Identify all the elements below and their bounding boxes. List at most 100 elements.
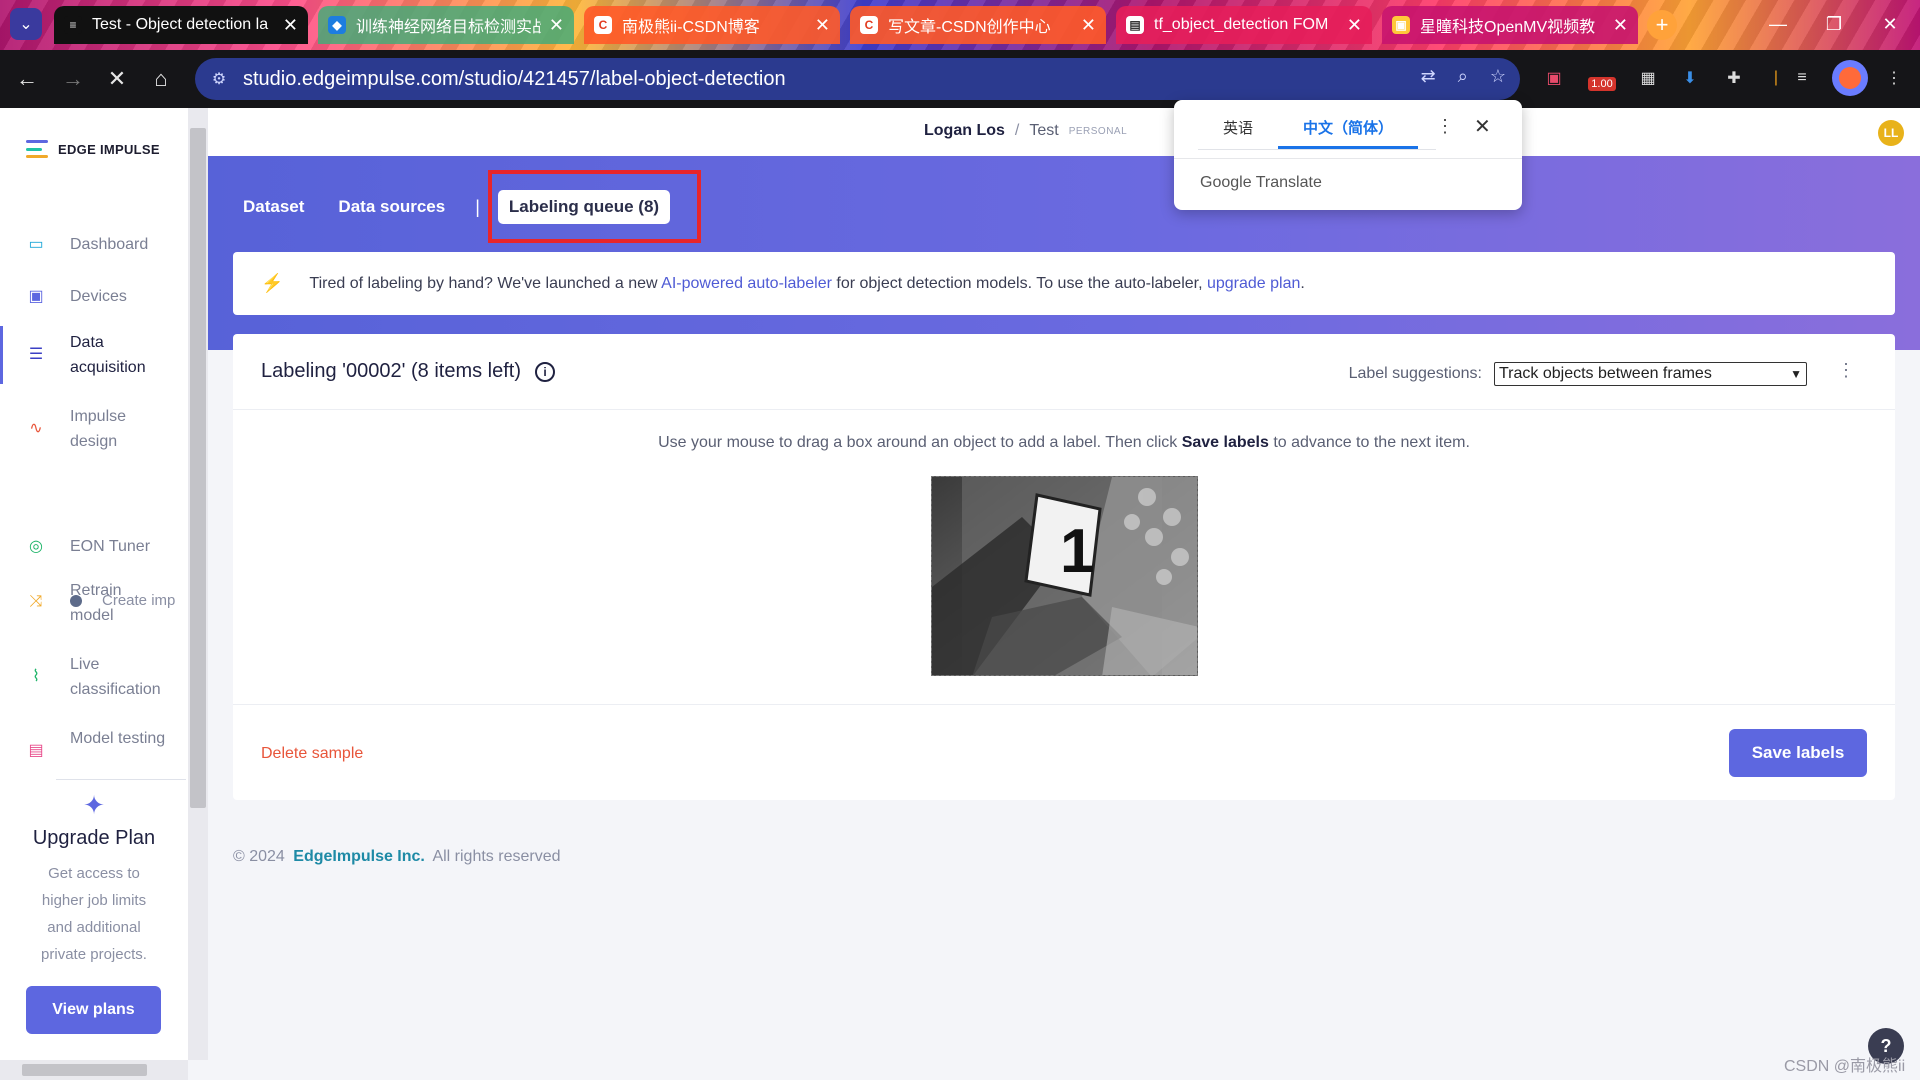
- labeling-title-row: Labeling '00002' (8 items left) i: [261, 360, 556, 383]
- sidebar-divider: [56, 779, 186, 780]
- more-options-icon[interactable]: ⋮: [1436, 116, 1454, 137]
- csdn-favicon-icon: C: [594, 16, 612, 34]
- close-tab-icon[interactable]: ✕: [815, 15, 830, 36]
- sidebar-item-dashboard[interactable]: ▭ Dashboard: [0, 232, 188, 257]
- close-tab-icon[interactable]: ✕: [283, 15, 298, 36]
- upgrade-title: Upgrade Plan: [32, 827, 156, 849]
- close-tab-icon[interactable]: ✕: [549, 15, 564, 36]
- tab-search-button[interactable]: ⌄: [10, 8, 42, 40]
- home-icon[interactable]: ⌂: [146, 64, 176, 94]
- tab-dataset[interactable]: Dataset: [243, 197, 304, 217]
- browser-tab[interactable]: C 南极熊ii-CSDN博客 ✕: [584, 6, 840, 44]
- url-text[interactable]: studio.edgeimpulse.com/studio/421457/lab…: [243, 68, 786, 91]
- sidebar-item-devices[interactable]: ▣ Devices: [0, 284, 188, 309]
- site-favicon-icon: ◆: [328, 16, 346, 34]
- sidebar-item-live-classification[interactable]: ⌇ Live classification: [0, 652, 188, 702]
- minimize-icon[interactable]: —: [1750, 0, 1806, 48]
- sidebar-item-retrain-model[interactable]: ⤨ Retrain model: [0, 578, 188, 628]
- banner-text: Tired of labeling by hand? We've launche…: [309, 275, 1304, 293]
- sidebar-item-impulse-design[interactable]: ∿ Impulse design: [0, 404, 188, 454]
- browser-tab[interactable]: ▤ tf_object_detection FOM ✕: [1116, 6, 1372, 44]
- profile-avatar[interactable]: [1832, 60, 1868, 96]
- translate-tab-source[interactable]: 英语: [1198, 108, 1278, 149]
- pulse-icon: ∿: [29, 420, 43, 437]
- csdn-favicon-icon: C: [860, 16, 878, 34]
- clipboard-icon: ▤: [28, 742, 44, 759]
- label-suggestions-label: Label suggestions:: [1348, 365, 1482, 382]
- translate-icon[interactable]: ⇄: [1421, 66, 1436, 87]
- scrollbar-thumb[interactable]: [22, 1064, 147, 1076]
- close-icon[interactable]: ✕: [1474, 114, 1491, 139]
- breadcrumb-owner[interactable]: Logan Los: [924, 122, 1005, 140]
- new-tab-button[interactable]: +: [1647, 10, 1677, 40]
- svg-text:1: 1: [1060, 517, 1094, 586]
- extension-icon[interactable]: ▦: [1634, 64, 1662, 92]
- browser-tab[interactable]: ◆ 训练神经网络目标检测实战 ✕: [318, 6, 574, 44]
- upgrade-panel: ✦ Upgrade Plan Get access to higher job …: [0, 790, 188, 968]
- more-options-icon[interactable]: ⋮: [1837, 360, 1855, 381]
- site-info-icon[interactable]: ⚙: [207, 67, 231, 91]
- info-icon[interactable]: i: [535, 361, 556, 382]
- sidebar-item-label: Model testing: [70, 730, 166, 747]
- tab-data-sources[interactable]: Data sources: [338, 197, 445, 217]
- sample-image-canvas[interactable]: 1: [931, 476, 1198, 676]
- delete-sample-link[interactable]: Delete sample: [261, 745, 363, 763]
- sidebar-scrollbar[interactable]: [188, 108, 208, 1060]
- google-translate-logo: Google Translate: [1200, 174, 1322, 191]
- sidebar-item-data-acquisition[interactable]: ☰ Data acquisition: [0, 326, 188, 384]
- bookmark-star-icon[interactable]: ☆: [1490, 66, 1506, 87]
- lightning-icon: ⚡: [261, 273, 284, 293]
- chip-icon: ▣: [28, 288, 44, 305]
- translate-popup: 英语 中文（简体） ⋮ ✕ Google Translate: [1174, 100, 1522, 210]
- footer-company-link[interactable]: EdgeImpulse Inc.: [293, 848, 425, 865]
- download-icon[interactable]: ⬇: [1676, 64, 1704, 92]
- extension-badge[interactable]: 1.00: [1584, 64, 1620, 92]
- browser-toolbar: ← → ✕ ⌂ ⚙ studio.edgeimpulse.com/studio/…: [0, 50, 1920, 108]
- extension-icon[interactable]: ▣: [1540, 64, 1568, 92]
- auto-labeler-link[interactable]: AI-powered auto-labeler: [661, 275, 832, 292]
- restore-icon[interactable]: ❐: [1806, 0, 1862, 48]
- labeling-instructions: Use your mouse to drag a box around an o…: [233, 434, 1895, 452]
- browser-tab-active[interactable]: ≡ Test - Object detection la ✕: [54, 6, 308, 44]
- extensions-puzzle-icon[interactable]: ✚: [1720, 64, 1748, 92]
- save-labels-button[interactable]: Save labels: [1729, 729, 1867, 777]
- forward-arrow-icon[interactable]: →: [58, 64, 88, 94]
- sidebar-item-label: Retrain model: [70, 582, 122, 624]
- browser-tab[interactable]: ▣ 星瞳科技OpenMV视频教 ✕: [1382, 6, 1638, 44]
- user-avatar[interactable]: LL: [1878, 120, 1904, 146]
- breadcrumb-project[interactable]: Test: [1029, 122, 1058, 140]
- page-footer: © 2024 EdgeImpulse Inc. All rights reser…: [233, 848, 560, 866]
- project-type-badge: PERSONAL: [1068, 125, 1128, 137]
- logo-text: EDGE IMPULSE: [58, 141, 160, 157]
- translate-divider: [1174, 158, 1522, 159]
- tab-separator: |: [475, 196, 480, 217]
- sidebar-horizontal-scrollbar[interactable]: [0, 1060, 188, 1080]
- sidebar-item-model-testing[interactable]: ▤ Model testing: [0, 726, 188, 760]
- sidebar-item-label: Dashboard: [70, 236, 149, 253]
- browser-tab-bar: ⌄ ≡ Test - Object detection la ✕ ◆ 训练神经网…: [0, 0, 1920, 50]
- edge-impulse-logo[interactable]: EDGE IMPULSE: [26, 140, 160, 158]
- close-window-icon[interactable]: ✕: [1862, 0, 1918, 48]
- back-arrow-icon[interactable]: ←: [12, 64, 42, 94]
- view-plans-button[interactable]: View plans: [26, 986, 161, 1034]
- label-suggestions-select[interactable]: Track objects between frames ▼: [1494, 362, 1807, 386]
- auto-labeler-banner: ⚡ Tired of labeling by hand? We've launc…: [233, 252, 1895, 315]
- translate-tab-target[interactable]: 中文（简体）: [1278, 108, 1418, 149]
- scrollbar-thumb[interactable]: [190, 128, 206, 808]
- upgrade-plan-link[interactable]: upgrade plan: [1207, 275, 1300, 292]
- labeling-card: Labeling '00002' (8 items left) i Label …: [233, 334, 1895, 800]
- close-tab-icon[interactable]: ✕: [1347, 15, 1362, 36]
- browser-tab[interactable]: C 写文章-CSDN创作中心 ✕: [850, 6, 1106, 44]
- stop-loading-icon[interactable]: ✕: [102, 64, 132, 94]
- zoom-icon[interactable]: ⌕: [1458, 66, 1468, 87]
- address-bar[interactable]: ⚙ studio.edgeimpulse.com/studio/421457/l…: [195, 58, 1520, 100]
- extension-badge-text: 1.00: [1588, 77, 1616, 91]
- media-control-icon[interactable]: ≡: [1788, 64, 1816, 92]
- tab-title: tf_object_detection FOM: [1154, 16, 1329, 33]
- close-tab-icon[interactable]: ✕: [1081, 15, 1096, 36]
- wave-icon: ⌇: [32, 668, 40, 685]
- sidebar-item-eon-tuner[interactable]: ◎ EON Tuner: [0, 534, 188, 559]
- browser-menu-icon[interactable]: ⋮: [1880, 64, 1908, 92]
- close-tab-icon[interactable]: ✕: [1613, 15, 1628, 36]
- labeling-card-header: Labeling '00002' (8 items left) i Label …: [233, 334, 1895, 410]
